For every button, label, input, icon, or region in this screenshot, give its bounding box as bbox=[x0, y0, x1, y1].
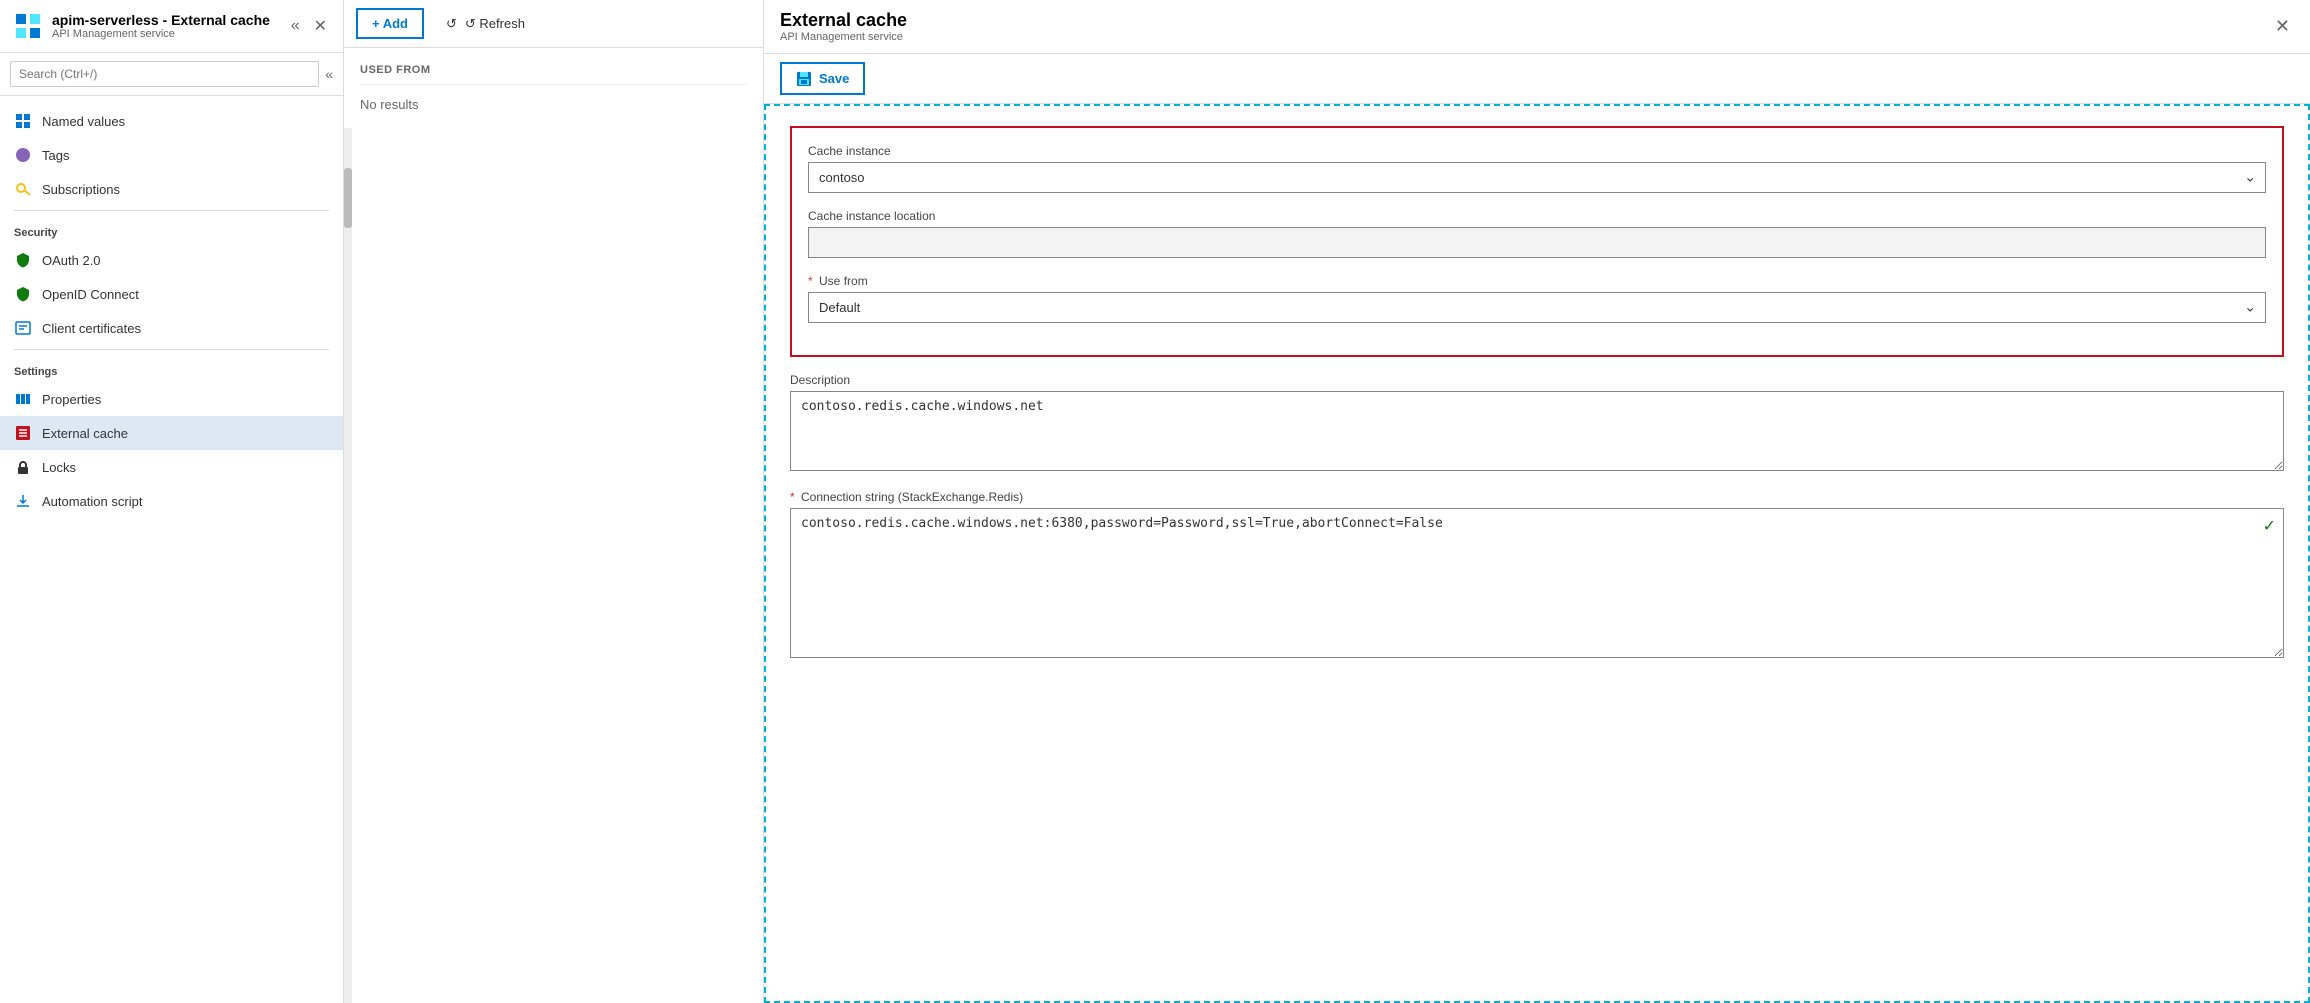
use-from-label: * Use from bbox=[808, 274, 2266, 288]
sidebar-item-label: Tags bbox=[42, 148, 69, 163]
collapse-panel-button[interactable]: « bbox=[287, 14, 304, 38]
use-from-required-star: * bbox=[808, 274, 813, 288]
security-section-label: Security bbox=[0, 215, 343, 243]
search-input[interactable] bbox=[10, 61, 319, 87]
add-button[interactable]: + Add bbox=[356, 8, 424, 39]
sidebar-item-label: OpenID Connect bbox=[42, 287, 139, 302]
close-left-panel-button[interactable]: ✕ bbox=[310, 14, 331, 38]
cache-location-input bbox=[808, 227, 2266, 258]
cache-instance-group: Cache instance contoso default bbox=[808, 144, 2266, 193]
connection-string-wrapper: contoso.redis.cache.windows.net:6380,pas… bbox=[790, 508, 2284, 661]
sidebar-item-oauth2[interactable]: OAuth 2.0 bbox=[0, 243, 343, 277]
sidebar-item-label: Named values bbox=[42, 114, 125, 129]
right-toolbar: Save bbox=[764, 54, 2310, 104]
save-icon bbox=[796, 70, 814, 87]
lock-icon bbox=[14, 458, 32, 476]
right-panel-subtitle: API Management service bbox=[780, 31, 2271, 43]
description-label: Description bbox=[790, 373, 2284, 387]
used-from-column-header: USED FROM bbox=[360, 64, 747, 85]
sidebar-item-automation[interactable]: Automation script bbox=[0, 484, 343, 518]
sidebar-item-locks[interactable]: Locks bbox=[0, 450, 343, 484]
refresh-label: ↺ Refresh bbox=[465, 16, 525, 32]
scroll-bar[interactable] bbox=[344, 128, 352, 1003]
save-button[interactable]: Save bbox=[780, 62, 865, 95]
no-results-text: No results bbox=[360, 97, 747, 112]
sidebar-item-label: External cache bbox=[42, 426, 128, 441]
use-from-select-wrapper: Default East US West US Europe bbox=[808, 292, 2266, 323]
right-form-content: Cache instance contoso default Cache ins… bbox=[764, 104, 2310, 1003]
header-subtitle: API Management service bbox=[52, 28, 279, 40]
bars-icon bbox=[14, 390, 32, 408]
right-panel: External cache API Management service ✕ … bbox=[764, 0, 2310, 1003]
right-panel-title: External cache bbox=[780, 10, 2271, 31]
sidebar-item-external-cache[interactable]: External cache bbox=[0, 416, 343, 450]
cert-icon bbox=[14, 319, 32, 337]
cache-location-group: Cache instance location bbox=[808, 209, 2266, 258]
nav-list: Named values Tags Subscriptions Security bbox=[0, 96, 343, 1003]
sidebar-item-label: Automation script bbox=[42, 494, 142, 509]
left-panel: apim-serverless - External cache API Man… bbox=[0, 0, 344, 1003]
collapse-sidebar-button[interactable]: « bbox=[325, 66, 333, 82]
app-icon bbox=[12, 10, 44, 42]
sidebar-item-tags[interactable]: Tags bbox=[0, 138, 343, 172]
connection-string-group: * Connection string (StackExchange.Redis… bbox=[790, 490, 2284, 661]
sidebar-item-label: Subscriptions bbox=[42, 182, 120, 197]
shield-green2-icon bbox=[14, 285, 32, 303]
settings-divider bbox=[14, 349, 329, 350]
grid-icon bbox=[14, 112, 32, 130]
key-icon bbox=[14, 180, 32, 198]
description-group: Description contoso.redis.cache.windows.… bbox=[790, 373, 2284, 474]
header-title: apim-serverless - External cache bbox=[52, 12, 279, 28]
download-icon bbox=[14, 492, 32, 510]
close-right-panel-button[interactable]: ✕ bbox=[2271, 14, 2294, 39]
sidebar-item-named-values[interactable]: Named values bbox=[0, 104, 343, 138]
shield-green-icon bbox=[14, 251, 32, 269]
sidebar-item-client-certs[interactable]: Client certificates bbox=[0, 311, 343, 345]
use-from-select[interactable]: Default East US West US Europe bbox=[808, 292, 2266, 323]
sidebar-item-label: Client certificates bbox=[42, 321, 141, 336]
header-actions: « ✕ bbox=[287, 14, 331, 38]
middle-content: USED FROM No results bbox=[344, 48, 763, 128]
refresh-button[interactable]: ↺ ↺ Refresh bbox=[432, 10, 539, 38]
connection-valid-check-icon: ✓ bbox=[2263, 516, 2276, 536]
sidebar-item-label: OAuth 2.0 bbox=[42, 253, 101, 268]
connection-string-required-star: * bbox=[790, 490, 795, 504]
refresh-icon: ↺ bbox=[446, 16, 457, 32]
scroll-thumb[interactable] bbox=[344, 168, 352, 228]
use-from-group: * Use from Default East US West US Europ… bbox=[808, 274, 2266, 323]
sidebar-item-label: Locks bbox=[42, 460, 76, 475]
cache-instance-select[interactable]: contoso default bbox=[808, 162, 2266, 193]
right-panel-title-group: External cache API Management service bbox=[780, 10, 2271, 43]
save-label: Save bbox=[819, 71, 849, 86]
connection-string-textarea[interactable]: contoso.redis.cache.windows.net:6380,pas… bbox=[790, 508, 2284, 658]
cache-location-label: Cache instance location bbox=[808, 209, 2266, 223]
sidebar-item-properties[interactable]: Properties bbox=[0, 382, 343, 416]
middle-panel: + Add ↺ ↺ Refresh USED FROM No results bbox=[344, 0, 764, 1003]
connection-string-label: * Connection string (StackExchange.Redis… bbox=[790, 490, 2284, 504]
settings-section-label: Settings bbox=[0, 354, 343, 382]
security-divider bbox=[14, 210, 329, 211]
tag-icon bbox=[14, 146, 32, 164]
sidebar-item-subscriptions[interactable]: Subscriptions bbox=[0, 172, 343, 206]
sidebar-item-label: Properties bbox=[42, 392, 101, 407]
middle-toolbar: + Add ↺ ↺ Refresh bbox=[344, 0, 763, 48]
search-bar-container: « bbox=[0, 53, 343, 96]
right-panel-header: External cache API Management service ✕ bbox=[764, 0, 2310, 54]
cache-instance-label: Cache instance bbox=[808, 144, 2266, 158]
left-panel-header: apim-serverless - External cache API Man… bbox=[0, 0, 343, 53]
cache-config-section: Cache instance contoso default Cache ins… bbox=[790, 126, 2284, 357]
header-title-group: apim-serverless - External cache API Man… bbox=[52, 12, 279, 40]
cache-icon bbox=[14, 424, 32, 442]
description-textarea[interactable]: contoso.redis.cache.windows.net bbox=[790, 391, 2284, 471]
sidebar-item-openid[interactable]: OpenID Connect bbox=[0, 277, 343, 311]
cache-instance-select-wrapper: contoso default bbox=[808, 162, 2266, 193]
